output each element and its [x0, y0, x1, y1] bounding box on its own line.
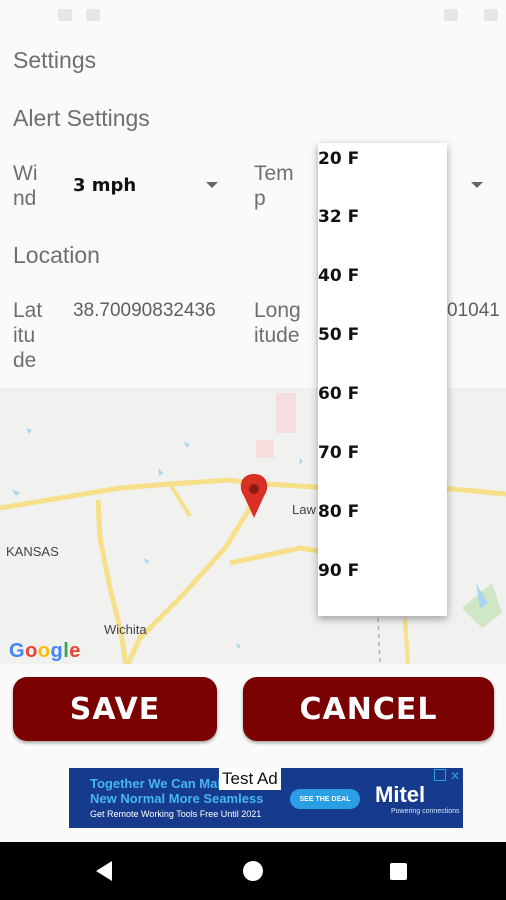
- map-label-kansas: KANSAS: [6, 544, 59, 559]
- ad-subtext: Get Remote Working Tools Free Until 2021: [90, 809, 262, 819]
- dropdown-option[interactable]: 80 F: [318, 502, 359, 522]
- ad-banner[interactable]: Together We Can Make New Normal More Sea…: [69, 768, 463, 828]
- status-bar: [0, 0, 506, 30]
- temp-label: Tem p: [254, 162, 294, 210]
- page-title: Settings: [13, 47, 97, 73]
- latitude-field[interactable]: 38.70090832436: [73, 300, 230, 322]
- chevron-down-icon[interactable]: [471, 182, 483, 188]
- dropdown-option[interactable]: 40 F: [318, 266, 359, 286]
- notification-icon: [58, 9, 72, 21]
- dropdown-option[interactable]: 20 F: [318, 149, 359, 169]
- cancel-button[interactable]: CANCEL: [243, 677, 494, 741]
- chevron-down-icon: [206, 182, 218, 188]
- notification-icon: [86, 9, 100, 21]
- longitude-label: Long itude: [254, 299, 301, 347]
- dropdown-option[interactable]: 90 F: [318, 561, 359, 581]
- map-label-wichita: Wichita: [104, 622, 147, 637]
- recents-icon[interactable]: [390, 863, 407, 880]
- test-ad-label: Test Ad: [219, 768, 281, 790]
- wifi-icon: [444, 9, 458, 21]
- battery-icon: [484, 9, 498, 21]
- dropdown-option[interactable]: 60 F: [318, 384, 359, 404]
- temp-dropdown-menu: 20 F 32 F 40 F 50 F 60 F 70 F 80 F 90 F: [318, 143, 447, 616]
- ad-headline-2: New Normal More Seamless: [90, 791, 264, 806]
- dropdown-option[interactable]: 50 F: [318, 325, 359, 345]
- ad-brand-logo: Mitel: [375, 782, 426, 807]
- google-logo: Google: [9, 640, 81, 662]
- map-label-lawrence: Law: [292, 502, 316, 517]
- navigation-bar: [0, 842, 506, 900]
- longitude-field[interactable]: 01041: [447, 300, 506, 322]
- location-heading: Location: [13, 242, 100, 268]
- close-icon[interactable]: ✕: [450, 769, 460, 783]
- map-marker-icon: [240, 474, 268, 518]
- alert-settings-heading: Alert Settings: [13, 105, 150, 131]
- ad-tagline: Powering connections: [391, 808, 460, 815]
- save-button[interactable]: SAVE: [13, 677, 217, 741]
- ad-cta-button[interactable]: SEE THE DEAL: [290, 789, 360, 809]
- home-icon[interactable]: [243, 861, 263, 881]
- wind-label: Wi nd: [13, 162, 38, 210]
- wind-value: 3 mph: [73, 175, 137, 196]
- dropdown-option[interactable]: 32 F: [318, 207, 359, 227]
- ad-headline-1: Together We Can Make: [90, 776, 232, 791]
- latitude-label: Lat itu de: [13, 299, 43, 372]
- back-icon[interactable]: [96, 861, 112, 881]
- dropdown-option[interactable]: 70 F: [318, 443, 359, 463]
- adchoices-icon[interactable]: [434, 769, 446, 781]
